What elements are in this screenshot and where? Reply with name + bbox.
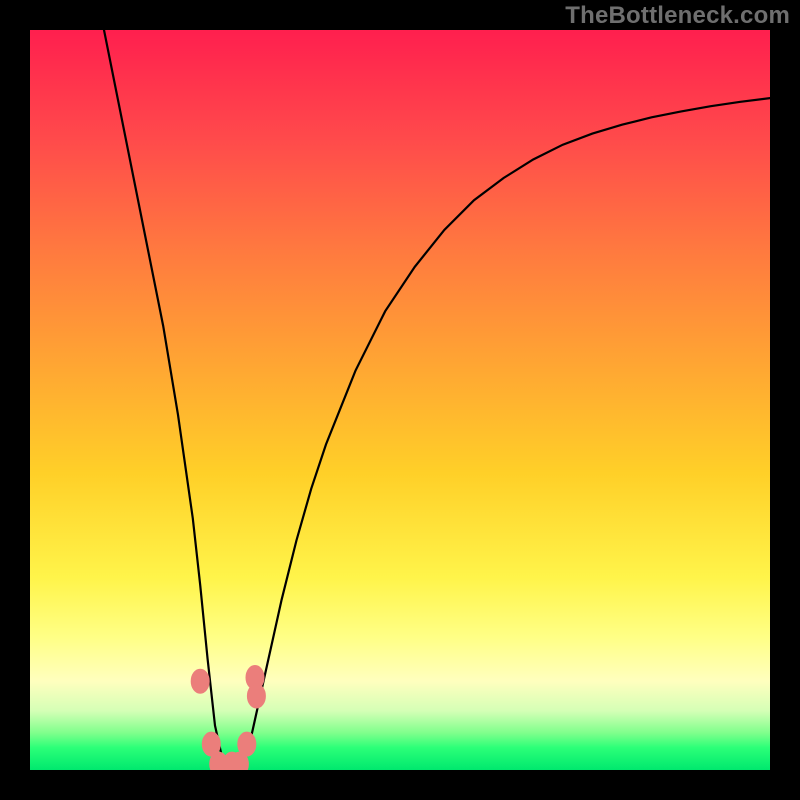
optimal-marker [238, 732, 256, 756]
bottleneck-curve [104, 30, 770, 769]
optimal-marker [191, 669, 209, 693]
chart-frame: TheBottleneck.com [0, 0, 800, 800]
watermark-text: TheBottleneck.com [565, 2, 790, 30]
optimal-marker [247, 684, 265, 708]
bottleneck-plot [30, 30, 770, 770]
